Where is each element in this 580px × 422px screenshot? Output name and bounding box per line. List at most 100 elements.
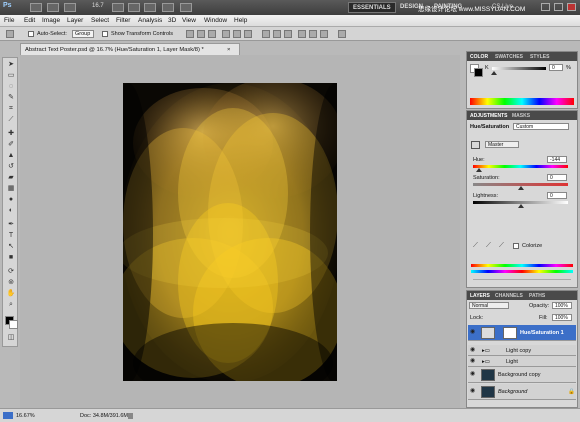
dodge-tool-icon[interactable]: ◐ — [6, 207, 16, 215]
status-arrow-icon[interactable] — [128, 413, 133, 419]
minimize-icon[interactable] — [541, 3, 550, 11]
path-selection-tool-icon[interactable]: ↖ — [6, 243, 16, 251]
cs-live-button[interactable]: CS Live — [488, 2, 517, 13]
menu-filter[interactable]: Filter — [116, 17, 130, 24]
preset-dropdown[interactable]: Custom — [513, 123, 569, 130]
pen-tool-icon[interactable]: ✒ — [6, 221, 16, 229]
layer-mask-thumb[interactable] — [503, 327, 517, 339]
colorize-checkbox[interactable] — [513, 243, 519, 249]
distribute-bottom-icon[interactable] — [284, 30, 292, 38]
menu-analysis[interactable]: Analysis — [138, 17, 162, 24]
panel-foreground-swatch[interactable] — [474, 68, 483, 77]
zoom-tool-icon[interactable]: ⌕ — [6, 301, 16, 309]
menu-select[interactable]: Select — [91, 17, 109, 24]
document-canvas[interactable] — [123, 83, 337, 381]
close-icon[interactable] — [567, 3, 576, 11]
align-right-icon[interactable] — [244, 30, 252, 38]
3d-rotate-tool-icon[interactable]: ⟳ — [6, 268, 16, 276]
eyedropper-minus-icon[interactable]: ⟋ — [499, 242, 505, 249]
lightness-field[interactable]: 0 — [547, 192, 567, 199]
eyedropper-plus-icon[interactable]: ⟋ — [486, 242, 492, 249]
hand-tool-icon[interactable] — [112, 3, 124, 12]
align-hcenter-icon[interactable] — [233, 30, 241, 38]
eyedropper-tool-icon[interactable]: ⟋ — [6, 116, 16, 124]
menu-image[interactable]: Image — [42, 17, 60, 24]
visibility-eye-icon[interactable]: ◉ — [470, 347, 476, 353]
status-doc-info[interactable]: Doc: 34.8M/391.6M — [80, 413, 128, 419]
3d-orbit-tool-icon[interactable]: ⊚ — [6, 279, 16, 287]
eraser-tool-icon[interactable]: ▰ — [6, 174, 16, 182]
align-top-icon[interactable] — [186, 30, 194, 38]
move-tool-icon[interactable]: ➤ — [6, 61, 16, 69]
align-bottom-icon[interactable] — [208, 30, 216, 38]
eyedropper-icon[interactable]: ⟋ — [473, 242, 479, 249]
brush-tool-icon[interactable]: ✐ — [6, 141, 16, 149]
distribute-hcenter-icon[interactable] — [309, 30, 317, 38]
menu-3d[interactable]: 3D — [168, 17, 176, 24]
rotate-view-icon[interactable] — [144, 3, 156, 12]
distribute-right-icon[interactable] — [320, 30, 328, 38]
healing-brush-tool-icon[interactable]: ✚ — [6, 130, 16, 138]
lasso-tool-icon[interactable]: ◌ — [6, 83, 16, 91]
layer-row[interactable]: ◉ ▸▭ Light — [468, 356, 576, 367]
tab-masks[interactable]: MASKS — [512, 113, 530, 119]
blend-mode-dropdown[interactable]: Normal — [469, 302, 509, 309]
tab-layers[interactable]: LAYERS — [470, 293, 490, 299]
color-ramp[interactable] — [470, 98, 574, 105]
show-transform-checkbox[interactable] — [102, 31, 108, 37]
k-slider[interactable] — [492, 67, 546, 70]
layer-row[interactable]: ◉ Background 🔒 — [468, 384, 576, 400]
bridge-icon[interactable] — [30, 3, 42, 12]
document-tab[interactable]: Abstract Text Poster.psd @ 16.7% (Hue/Sa… — [20, 43, 240, 55]
saturation-field[interactable]: 0 — [547, 174, 567, 181]
menu-window[interactable]: Window — [204, 17, 227, 24]
distribute-vcenter-icon[interactable] — [273, 30, 281, 38]
menu-help[interactable]: Help — [234, 17, 247, 24]
lightness-slider-handle[interactable] — [518, 204, 524, 208]
zoom-tool-icon[interactable] — [128, 3, 140, 12]
background-color-swatch[interactable] — [9, 320, 18, 329]
gradient-tool-icon[interactable]: ▦ — [6, 185, 16, 193]
k-value-field[interactable]: 0 — [549, 64, 563, 71]
tab-swatches[interactable]: SWATCHES — [495, 54, 523, 60]
zoom-level[interactable]: 16.7 — [92, 3, 104, 9]
arrange-documents-icon[interactable] — [162, 3, 174, 12]
menu-layer[interactable]: Layer — [67, 17, 83, 24]
visibility-eye-icon[interactable]: ◉ — [470, 358, 476, 364]
tab-adjustments[interactable]: ADJUSTMENTS — [470, 113, 508, 119]
mini-bridge-icon[interactable] — [47, 3, 59, 12]
layer-row[interactable]: ◉ Hue/Saturation 1 — [468, 325, 576, 341]
targeted-adjustment-icon[interactable] — [471, 141, 480, 149]
tab-color[interactable]: COLOR — [470, 54, 488, 60]
move-tool-preset-icon[interactable] — [6, 30, 14, 38]
document-close-icon[interactable]: × — [227, 47, 230, 53]
auto-select-checkbox[interactable] — [28, 31, 34, 37]
clone-stamp-tool-icon[interactable]: ▲ — [6, 152, 16, 160]
quick-mask-icon[interactable]: ◫ — [6, 334, 16, 342]
visibility-eye-icon[interactable]: ◉ — [470, 388, 476, 394]
layer-row[interactable]: ◉ ▸▭ Light copy — [468, 345, 576, 356]
type-tool-icon[interactable]: T — [6, 232, 16, 240]
auto-align-icon[interactable] — [338, 30, 346, 38]
view-extras-icon[interactable] — [64, 3, 76, 12]
hue-field[interactable]: -144 — [547, 156, 567, 163]
visibility-eye-icon[interactable]: ◉ — [470, 329, 476, 335]
status-zoom[interactable]: 16.67% — [16, 413, 35, 419]
menu-file[interactable]: File — [4, 17, 14, 24]
channel-dropdown[interactable]: Master — [485, 141, 519, 148]
shape-tool-icon[interactable]: ■ — [6, 254, 16, 262]
fill-field[interactable]: 100% — [552, 314, 572, 321]
distribute-left-icon[interactable] — [298, 30, 306, 38]
menu-view[interactable]: View — [182, 17, 196, 24]
quick-select-tool-icon[interactable]: ✎ — [6, 94, 16, 102]
hue-slider[interactable] — [473, 165, 568, 168]
menu-edit[interactable]: Edit — [24, 17, 35, 24]
blur-tool-icon[interactable]: ● — [6, 196, 16, 204]
distribute-top-icon[interactable] — [262, 30, 270, 38]
workspace-essentials[interactable]: ESSENTIALS — [348, 2, 396, 13]
tab-paths[interactable]: PATHS — [529, 293, 545, 299]
history-brush-tool-icon[interactable]: ↺ — [6, 163, 16, 171]
visibility-eye-icon[interactable]: ◉ — [470, 371, 476, 377]
screen-mode-icon[interactable] — [180, 3, 192, 12]
tab-channels[interactable]: CHANNELS — [495, 293, 523, 299]
